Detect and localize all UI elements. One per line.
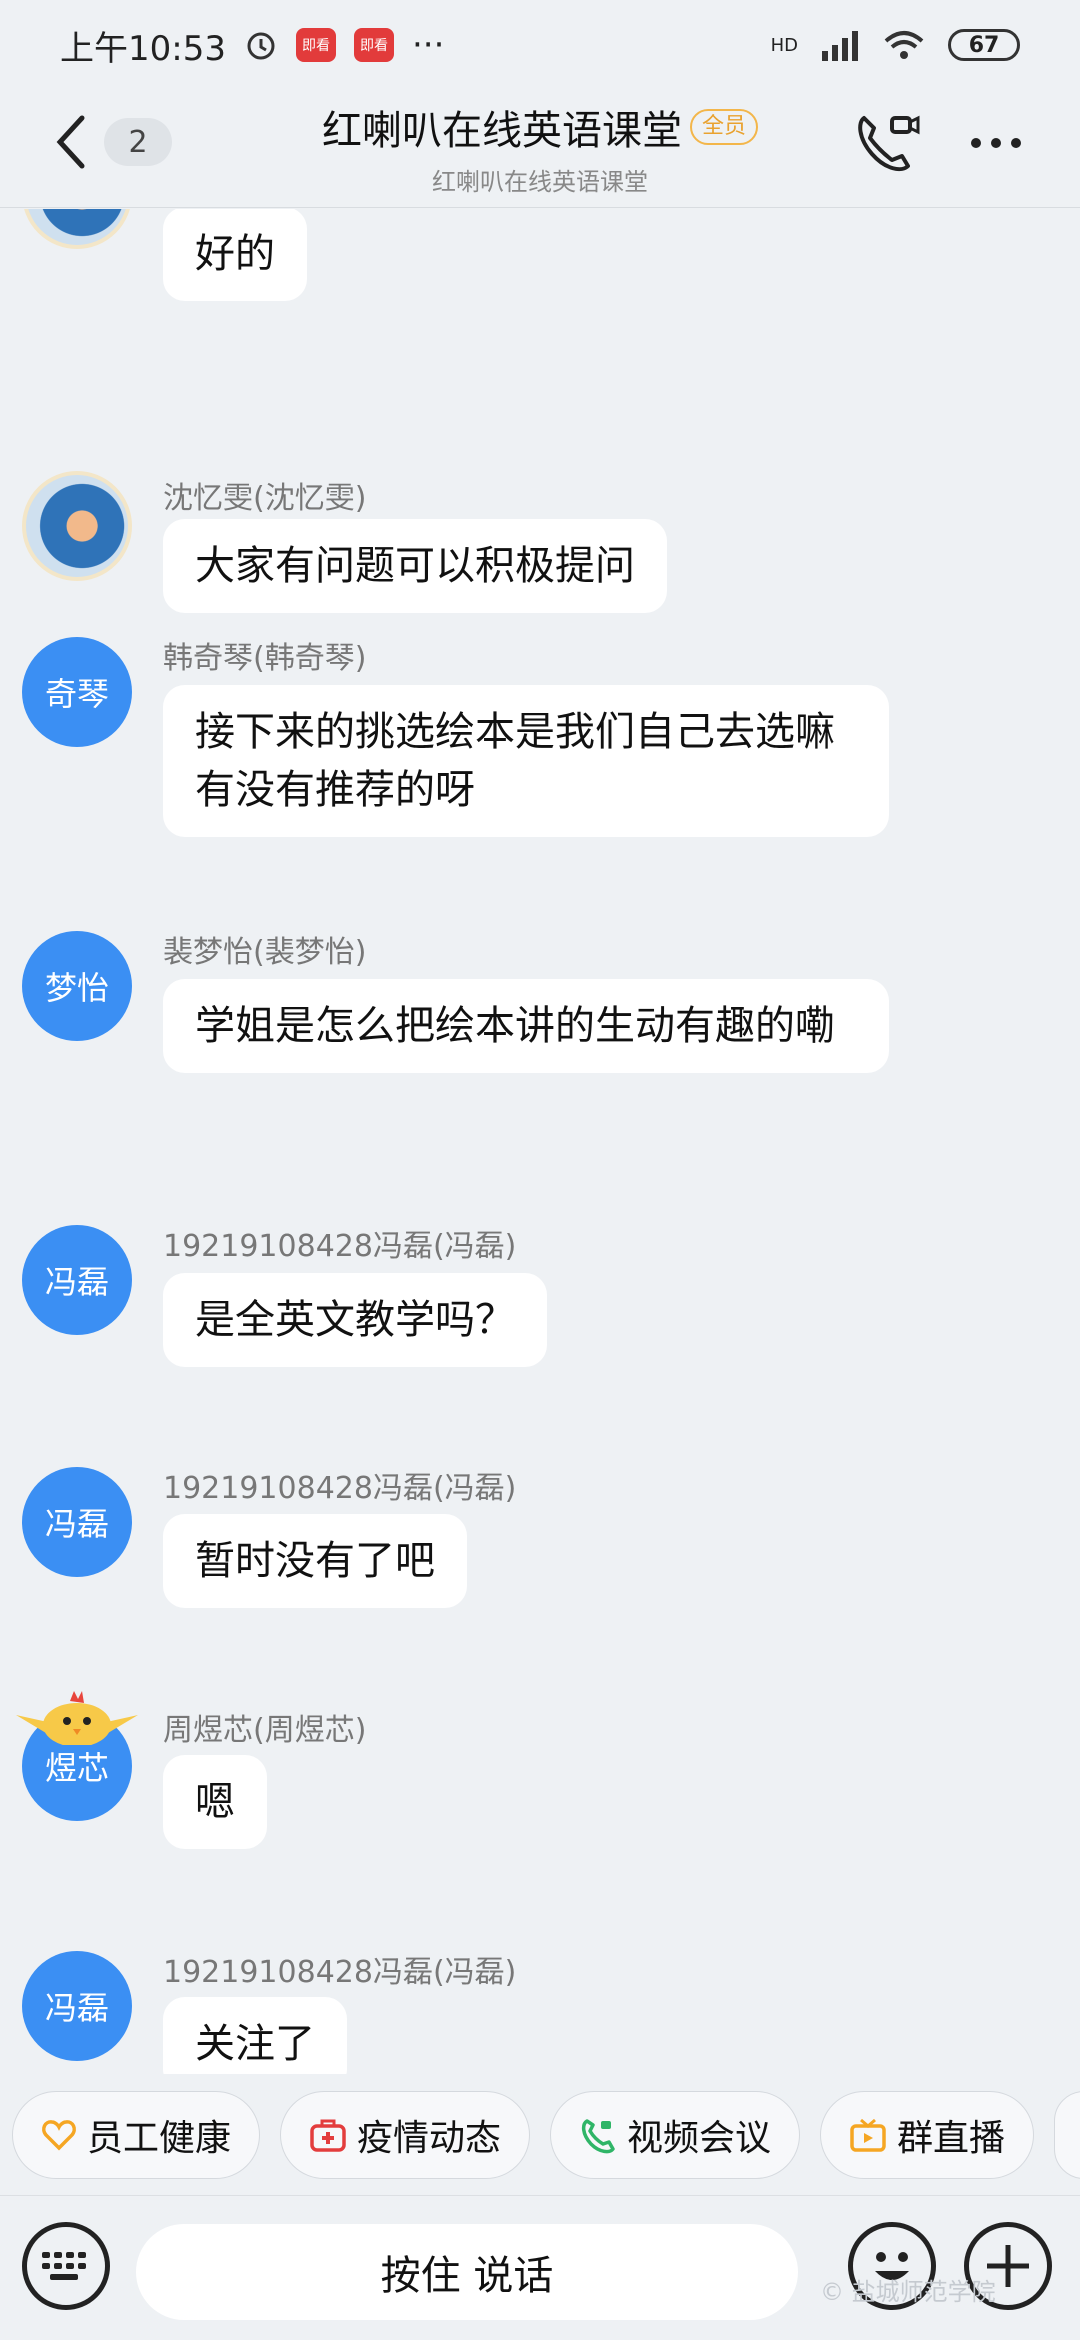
sender-name[interactable]: 沈忆雯(沈忆雯)	[163, 473, 366, 517]
quick-action-health[interactable]: 员工健康	[12, 2090, 261, 2179]
message-list[interactable]: 好的 沈忆雯(沈忆雯) 大家有问题可以积极提问 奇琴 韩奇琴(韩奇琴) 接下来的…	[0, 209, 1080, 2074]
video-call-button[interactable]	[850, 108, 922, 180]
chick-decoration-icon	[16, 1691, 138, 1745]
message-bubble[interactable]: 接下来的挑选绘本是我们自己去选嘛 有没有推荐的呀	[163, 685, 889, 837]
more-notifications-icon: ···	[411, 25, 445, 65]
alarm-icon	[247, 32, 275, 60]
status-bar: 上午10:53 即看 即看 ··· HD 67	[0, 0, 1080, 90]
sender-name[interactable]: 韩奇琴(韩奇琴)	[163, 633, 366, 677]
message-bubble[interactable]: 学姐是怎么把绘本讲的生动有趣的嘞	[163, 979, 889, 1073]
keyboard-icon	[42, 2252, 86, 2280]
heart-icon	[42, 2119, 76, 2150]
app-notification-icon: 即看	[353, 28, 394, 62]
wifi-icon	[884, 31, 924, 59]
sender-name[interactable]: 19219108428冯磊(冯磊)	[163, 1947, 516, 1991]
sender-name[interactable]: 19219108428冯磊(冯磊)	[163, 1463, 516, 1507]
message-bubble[interactable]: 大家有问题可以积极提问	[163, 519, 667, 613]
quick-actions-bar[interactable]: 员工健康 疫情动态 视频会议 群直播	[0, 2074, 1080, 2196]
phone-video-icon	[858, 115, 920, 172]
quick-action-label: 员工健康	[87, 2117, 232, 2159]
dot-icon	[991, 138, 1001, 148]
sender-name[interactable]: 19219108428冯磊(冯磊)	[163, 1221, 516, 1265]
avatar[interactable]: 冯磊	[22, 1951, 132, 2061]
quick-action-label: 视频会议	[627, 2117, 772, 2159]
avatar[interactable]	[22, 209, 132, 249]
dot-icon	[971, 138, 981, 148]
status-time: 上午10:53	[60, 28, 226, 69]
group-title: 红喇叭在线英语课堂	[321, 108, 682, 154]
message-bubble[interactable]: 嗯	[163, 1755, 267, 1849]
message-bubble[interactable]: 关注了	[163, 1997, 347, 2074]
input-bar: 按住 说话	[0, 2196, 1080, 2340]
avatar[interactable]	[22, 471, 132, 581]
app-notification-icon: 即看	[295, 28, 336, 62]
battery-icon: 67	[948, 29, 1020, 61]
avatar[interactable]: 梦怡	[22, 931, 132, 1041]
more-options-button[interactable]	[960, 118, 1032, 168]
message-bubble[interactable]: 暂时没有了吧	[163, 1514, 467, 1608]
message-bubble[interactable]: 好的	[163, 209, 307, 301]
watermark: © 盐城师范学院	[820, 2278, 996, 2306]
tv-icon	[850, 2118, 886, 2152]
dot-icon	[1011, 138, 1021, 148]
message-bubble[interactable]: 是全英文教学吗？	[163, 1273, 547, 1367]
sender-name[interactable]: 裴梦怡(裴梦怡)	[163, 927, 366, 971]
signal-icon	[822, 31, 858, 61]
quick-action-video-meeting[interactable]: 视频会议	[550, 2090, 801, 2179]
avatar[interactable]: 奇琴	[22, 637, 132, 747]
keyboard-toggle-button[interactable]	[22, 2222, 110, 2310]
chat-header: 2 红喇叭在线英语课堂 全员 红喇叭在线英语课堂	[0, 90, 1080, 208]
network-label: HD	[770, 34, 798, 56]
quick-action-epidemic[interactable]: 疫情动态	[280, 2090, 531, 2179]
quick-action-label: 群直播	[897, 2117, 1006, 2159]
sender-name[interactable]: 周煜芯(周煜芯)	[163, 1705, 366, 1749]
hold-to-talk-button[interactable]: 按住 说话	[136, 2224, 798, 2320]
quick-action-live[interactable]: 群直播	[820, 2090, 1035, 2179]
avatar[interactable]: 冯磊	[22, 1467, 132, 1577]
quick-action-more[interactable]	[1054, 2090, 1080, 2179]
avatar[interactable]: 冯磊	[22, 1225, 132, 1335]
medical-kit-icon	[310, 2119, 346, 2152]
video-call-icon	[581, 2118, 615, 2153]
member-tag: 全员	[689, 109, 758, 145]
quick-action-label: 疫情动态	[357, 2117, 502, 2159]
